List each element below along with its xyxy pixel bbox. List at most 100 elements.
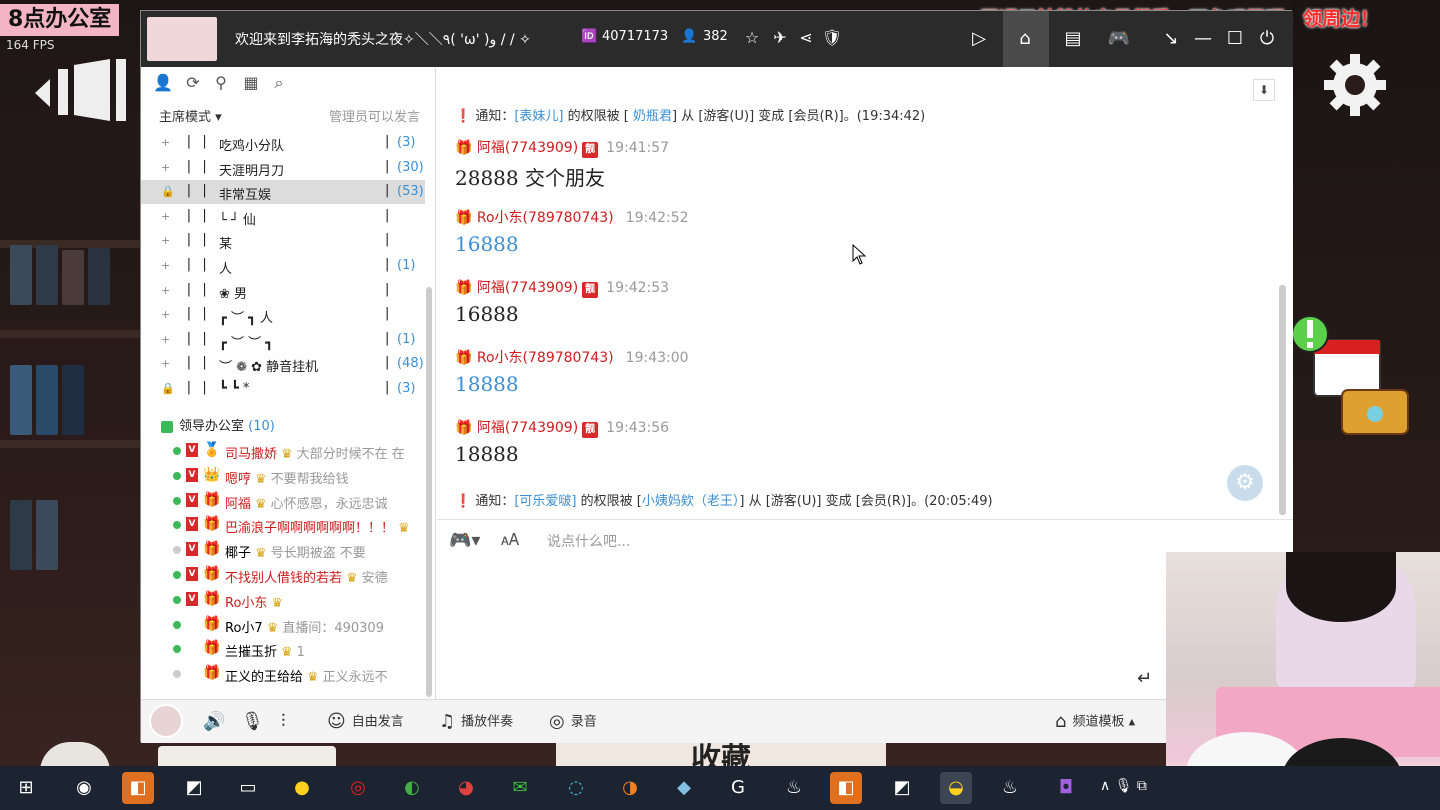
plane-icon[interactable]: ✈ bbox=[769, 27, 791, 49]
notice-target[interactable]: [表妹儿] bbox=[514, 109, 563, 124]
user-row[interactable]: V 🎁 不找别人借钱的若若 ♛ 安德 bbox=[141, 563, 425, 587]
expand-icon[interactable]: 🔒 bbox=[161, 383, 175, 395]
avatar[interactable] bbox=[149, 704, 183, 738]
floating-settings-icon[interactable]: ⚙ bbox=[1227, 465, 1263, 501]
power-icon[interactable]: ⏻ bbox=[1253, 25, 1281, 53]
channel-avatar[interactable] bbox=[147, 17, 217, 61]
app-purple-icon[interactable]: ◘ bbox=[1050, 772, 1082, 804]
scroll-down-button[interactable]: ⬇ bbox=[1253, 79, 1275, 101]
list-icon[interactable]: ▤ bbox=[1059, 25, 1087, 53]
expand-icon[interactable]: + bbox=[161, 161, 173, 174]
chat-input[interactable] bbox=[547, 530, 1147, 554]
report-icon[interactable]: 🛡 bbox=[821, 27, 843, 49]
equalizer-icon[interactable]: ⫶ bbox=[281, 710, 292, 734]
app-dark-icon[interactable]: ◩ bbox=[886, 772, 918, 804]
channel-row[interactable]: + | | ┏ ︶ ┓ 人 | bbox=[141, 303, 425, 327]
message-sender[interactable]: Ro小东(789780743) bbox=[477, 350, 614, 366]
browser-icon[interactable]: ◐ bbox=[396, 772, 428, 804]
app-orange-icon[interactable]: ◑ bbox=[614, 772, 646, 804]
channel-row[interactable]: + | | 人 | (1) bbox=[141, 254, 425, 278]
game-icon[interactable]: ◕ bbox=[450, 772, 482, 804]
channel-template-button[interactable]: ⌂ 频道模板 ▴ bbox=[1055, 710, 1135, 734]
system-tray[interactable]: ∧ 🎙 ⧉ bbox=[1100, 778, 1147, 794]
channel-row[interactable]: + | | 天涯明月刀 | (30) bbox=[141, 156, 425, 180]
star-icon[interactable]: ☆ bbox=[741, 27, 763, 49]
board-icon[interactable]: ▦ bbox=[241, 73, 261, 93]
channel-row[interactable]: + | | ❀ 男 | bbox=[141, 279, 425, 303]
expand-icon[interactable]: + bbox=[161, 358, 173, 370]
yy-app-active-icon[interactable]: ◧ bbox=[830, 772, 862, 804]
channel-row[interactable]: + | | ┏ ︶ ︶ ┓ | (1) bbox=[141, 328, 425, 352]
message-sender[interactable]: Ro小东(789780743) bbox=[477, 210, 614, 226]
emoji-button[interactable]: 🎮▾ bbox=[449, 530, 497, 554]
refresh-icon[interactable]: ⟳ bbox=[183, 73, 203, 93]
app-cat-icon[interactable]: ◒ bbox=[940, 772, 972, 804]
wechat-icon[interactable]: ✉ bbox=[504, 772, 536, 804]
maximize-icon[interactable]: ☐ bbox=[1221, 25, 1249, 53]
steam-icon-2[interactable]: ♨ bbox=[994, 772, 1026, 804]
home-icon[interactable]: ⌂ bbox=[1011, 25, 1039, 53]
notice-target[interactable]: [可乐爱啵] bbox=[514, 494, 576, 509]
app-ring-icon[interactable]: ◌ bbox=[560, 772, 592, 804]
channel-row[interactable]: + | | 某 | bbox=[141, 229, 425, 253]
search-icon[interactable]: ⌕ bbox=[269, 73, 289, 93]
message-sender[interactable]: 阿福(7743909) bbox=[477, 280, 578, 296]
notice-actor[interactable]: 小姨妈欸（老王） bbox=[642, 494, 740, 509]
expand-icon[interactable]: + bbox=[161, 210, 173, 223]
play-accomp-button[interactable]: ♫ 播放伴奏 bbox=[439, 710, 513, 734]
user-row[interactable]: V 🎁 椰子 ♛ 号长期被盗 不要 bbox=[141, 538, 425, 562]
user-row[interactable]: V 🎁 阿福 ♛ 心怀感恩，永远忠诚 bbox=[141, 489, 425, 513]
record-button[interactable]: ◎ 录音 bbox=[549, 710, 597, 734]
translate-icon[interactable]: 🗚 bbox=[501, 530, 527, 554]
expand-icon[interactable]: + bbox=[161, 309, 173, 321]
gamepad-icon[interactable]: 🎮 bbox=[1105, 25, 1133, 53]
message-sender[interactable]: 阿福(7743909) bbox=[477, 140, 578, 156]
speaker-icon[interactable]: 🔊 bbox=[203, 710, 231, 734]
user-row[interactable]: V 🏅 司马撒娇 ♛ 大部分时候不在 在 bbox=[141, 439, 425, 463]
channel-row[interactable]: + | | 吃鸡小分队 | (3) bbox=[141, 131, 425, 155]
yy-app-icon[interactable]: ◧ bbox=[122, 772, 154, 804]
channel-row[interactable]: 🔒 | | ┗ ┗ * | (3) bbox=[141, 377, 425, 401]
expand-icon[interactable]: + bbox=[161, 137, 173, 149]
free-speak-button[interactable]: ☺ 自由发言 bbox=[327, 710, 404, 734]
channel-row[interactable]: + | | ︶ ❁ ✿ 静音挂机 | (48) bbox=[141, 352, 425, 376]
settings-gear-icon[interactable] bbox=[1322, 52, 1388, 118]
windows-start-icon[interactable]: ⊞ bbox=[10, 772, 42, 804]
share-icon[interactable]: ⋖ bbox=[795, 27, 817, 49]
expand-icon[interactable]: 🔒 bbox=[161, 186, 175, 198]
user-row[interactable]: 🎁 兰摧玉折 ♛ 1 bbox=[141, 637, 425, 661]
remote-icon[interactable]: ▭ bbox=[232, 772, 264, 804]
user-row[interactable]: V 🎁 Ro小东 ♛ bbox=[141, 588, 425, 612]
user-row[interactable]: 🎁 正义的王给给 ♛ 正义永远不 bbox=[141, 662, 425, 686]
user-row[interactable]: V 🎁 巴渝浪子啊啊啊啊啊啊！！！ ♛ bbox=[141, 513, 425, 537]
expand-icon[interactable]: + bbox=[161, 260, 173, 272]
channel-row[interactable]: 🔒 | | 非常互娱 | (53) bbox=[141, 180, 425, 205]
user-row[interactable]: 🎁 Ro小7 ♛ 直播间：490309 bbox=[141, 613, 425, 637]
group-leader-office[interactable]: 领导办公室 (10) bbox=[161, 415, 275, 434]
enter-icon[interactable]: ↵ bbox=[1137, 668, 1152, 689]
mic-icon[interactable]: 🎙 bbox=[241, 710, 270, 734]
alert-icon[interactable] bbox=[1290, 312, 1330, 356]
chat-scrollbar[interactable] bbox=[1279, 285, 1286, 515]
video-icon[interactable]: ▷ bbox=[965, 25, 993, 53]
expand-icon[interactable]: + bbox=[161, 284, 173, 297]
channel-row[interactable]: + | | └ ┘ 仙 | bbox=[141, 205, 425, 229]
notice-actor[interactable]: 奶瓶君 bbox=[633, 109, 672, 124]
location-icon[interactable]: ⚲ bbox=[211, 73, 231, 93]
app-icon[interactable]: ◩ bbox=[178, 772, 210, 804]
user-icon[interactable]: 👤 bbox=[153, 73, 173, 93]
expand-icon[interactable]: + bbox=[161, 235, 173, 247]
mode-dropdown[interactable]: 主席模式 ▾ bbox=[159, 106, 222, 125]
steam-icon[interactable]: ♨ bbox=[778, 772, 810, 804]
app-g-icon[interactable]: G bbox=[722, 772, 754, 804]
netease-icon[interactable]: ◎ bbox=[342, 772, 374, 804]
minimize-icon[interactable]: — bbox=[1189, 25, 1217, 53]
minimize-to-tray-icon[interactable]: ↘ bbox=[1157, 25, 1185, 53]
expand-icon[interactable]: + bbox=[161, 333, 173, 346]
treasure-chest-icon[interactable] bbox=[1330, 380, 1420, 440]
music-app-icon[interactable]: ● bbox=[286, 772, 318, 804]
obs-icon[interactable]: ◉ bbox=[68, 772, 100, 804]
channel-scrollbar[interactable] bbox=[426, 287, 432, 697]
user-row[interactable]: V 👑 嗯哼 ♛ 不要帮我给钱 bbox=[141, 464, 425, 488]
message-sender[interactable]: 阿福(7743909) bbox=[477, 420, 578, 436]
